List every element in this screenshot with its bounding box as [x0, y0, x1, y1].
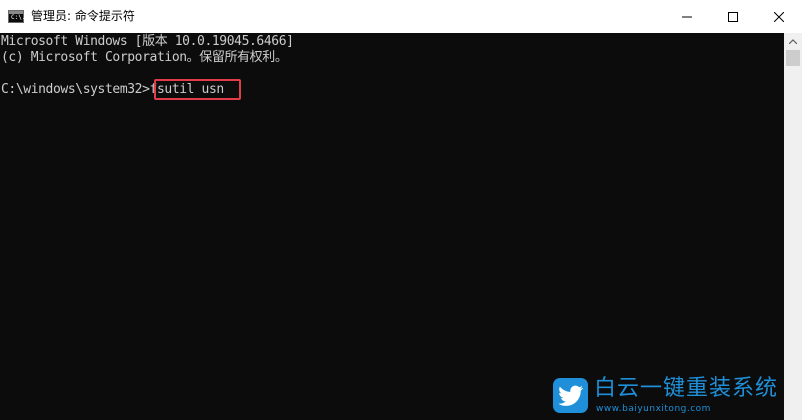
command-highlight-box	[154, 79, 241, 100]
cmd-app-icon[interactable]: C:\.	[8, 10, 26, 23]
minimize-button[interactable]	[664, 0, 710, 33]
watermark-bird-logo	[553, 378, 588, 413]
console-line-copyright: (c) Microsoft Corporation。保留所有权利。	[1, 50, 288, 65]
watermark-title: 白云一键重装系统	[594, 376, 779, 401]
scroll-thumb[interactable]	[786, 50, 800, 66]
maximize-icon	[728, 11, 738, 22]
scroll-up-button[interactable]	[784, 33, 802, 50]
bird-icon	[557, 385, 583, 406]
app-icon-text: C:\.	[11, 14, 26, 21]
window-title: 管理员: 命令提示符	[31, 9, 135, 23]
minimize-icon	[682, 16, 692, 17]
console-prompt: C:\windows\system32>	[1, 82, 150, 97]
maximize-button[interactable]	[710, 0, 756, 33]
close-icon	[774, 11, 784, 22]
vertical-scrollbar[interactable]	[784, 33, 802, 420]
console-output[interactable]: Microsoft Windows [版本 10.0.19045.6466] (…	[0, 33, 784, 420]
command-prompt-window: C:\. 管理员: 命令提示符 Microsoft Windows [版本 10…	[0, 0, 802, 420]
title-bar[interactable]: C:\. 管理员: 命令提示符	[0, 0, 802, 33]
close-button[interactable]	[756, 0, 802, 33]
watermark-url: www.baiyunxitong.com	[596, 404, 711, 414]
console-line-version: Microsoft Windows [版本 10.0.19045.6466]	[1, 34, 294, 49]
watermark: 白云一键重装系统 www.baiyunxitong.com	[553, 376, 793, 418]
scroll-up-arrow-icon	[789, 39, 797, 44]
